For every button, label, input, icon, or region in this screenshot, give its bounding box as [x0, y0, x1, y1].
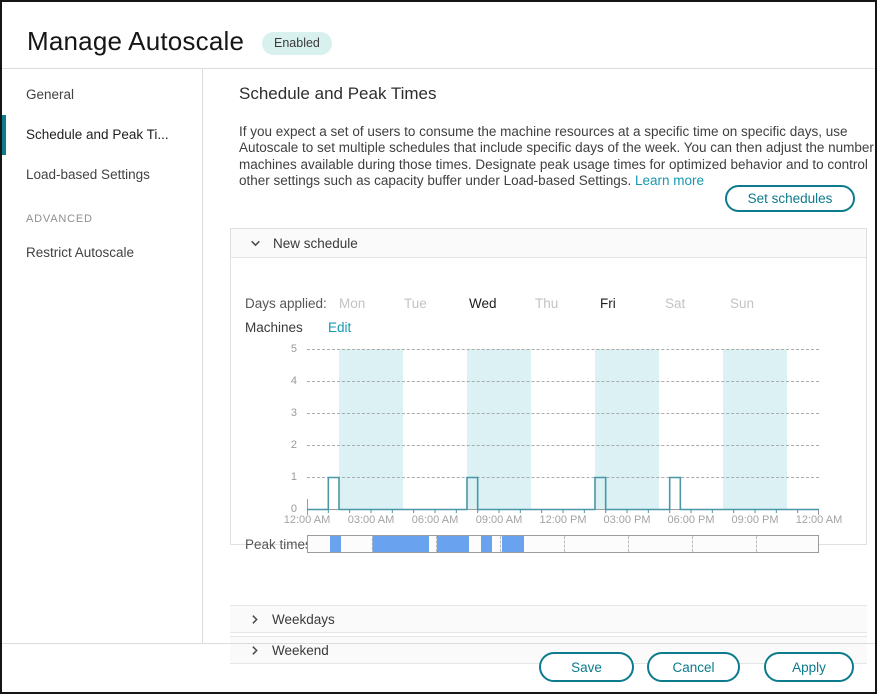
sidebar-item-restrict-autoscale[interactable]: Restrict Autoscale [26, 245, 134, 260]
description-text: If you expect a set of users to consume … [239, 124, 877, 189]
schedules-accordion: New schedule Days applied: Mon Tue Wed Thu F… [230, 228, 867, 545]
section-heading: Schedule and Peak Times [239, 84, 437, 104]
sidebar-item-general[interactable]: General [26, 87, 74, 102]
day-thu: Thu [535, 296, 558, 311]
x-tick-label-5: 03:00 PM [595, 514, 659, 526]
day-tue: Tue [404, 296, 427, 311]
x-tick-label-1: 03:00 AM [339, 514, 403, 526]
header-divider [2, 68, 877, 69]
page-title: Manage Autoscale [27, 26, 244, 57]
y-tick-label-4: 4 [271, 375, 297, 387]
peak-segment-4 [481, 536, 493, 552]
day-fri: Fri [600, 296, 616, 311]
save-button[interactable]: Save [539, 652, 634, 682]
day-wed: Wed [469, 296, 497, 311]
sidebar-item-schedule-and-peak-times[interactable]: Schedule and Peak Ti... [26, 127, 169, 142]
schedule-chart-plot [307, 349, 819, 509]
peak-segment-5 [502, 536, 524, 552]
day-mon: Mon [339, 296, 365, 311]
peak-bar-separator-3h [372, 536, 373, 552]
peak-bar-separator-12h [564, 536, 565, 552]
peak-bar-separator-18h [692, 536, 693, 552]
machines-label: Machines [245, 320, 303, 335]
y-tick-label-2: 2 [271, 439, 297, 451]
learn-more-link[interactable]: Learn more [635, 173, 704, 188]
peak-segment-1 [330, 536, 341, 552]
edit-machines-link[interactable]: Edit [328, 320, 351, 335]
day-sun: Sun [730, 296, 754, 311]
chevron-down-icon [249, 237, 262, 250]
selected-item-indicator [2, 115, 6, 155]
x-tick-label-8: 12:00 AM [787, 514, 851, 526]
peak-bar-separator-21h [756, 536, 757, 552]
footer-divider [2, 643, 877, 644]
peak-segment-3 [437, 536, 469, 552]
accordion-header-weekdays[interactable]: Weekdays [230, 605, 867, 633]
new-schedule-body: Days applied: Mon Tue Wed Thu Fri Sat Sun Mach… [231, 258, 866, 544]
x-tick-label-3: 09:00 AM [467, 514, 531, 526]
peak-bar-separator-6h [436, 536, 437, 552]
chevron-right-icon [248, 613, 261, 626]
section-description: If you expect a set of users to consume … [239, 124, 877, 190]
cancel-button[interactable]: Cancel [647, 652, 740, 682]
x-tick-label-6: 06:00 PM [659, 514, 723, 526]
x-tick-label-0: 12:00 AM [275, 514, 339, 526]
enabled-status-badge: Enabled [262, 32, 332, 55]
set-schedules-button[interactable]: Set schedules [725, 185, 855, 212]
peak-segment-2 [372, 536, 429, 552]
y-tick-label-3: 3 [271, 407, 297, 419]
sidebar-divider [202, 69, 203, 643]
days-applied-label: Days applied: [245, 296, 327, 311]
x-tick-label-7: 09:00 PM [723, 514, 787, 526]
x-tick-label-2: 06:00 AM [403, 514, 467, 526]
accordion-title: Weekend [272, 643, 329, 658]
apply-button[interactable]: Apply [764, 652, 854, 682]
peak-bar-separator-15h [628, 536, 629, 552]
machines-step-line [307, 349, 819, 519]
y-tick-label-5: 5 [271, 343, 297, 355]
sidebar-item-load-based-settings[interactable]: Load-based Settings [26, 167, 150, 182]
y-tick-label-1: 1 [271, 471, 297, 483]
peak-bar-separator-9h [500, 536, 501, 552]
peak-times-bar [307, 535, 819, 553]
accordion-title: Weekdays [272, 612, 335, 627]
manage-autoscale-dialog: Manage Autoscale Enabled General Schedul… [0, 0, 877, 694]
accordion-header-new-schedule[interactable]: New schedule [231, 229, 866, 258]
sidebar-section-advanced: ADVANCED [26, 213, 93, 225]
accordion-title: New schedule [273, 236, 358, 251]
chevron-right-icon [248, 644, 261, 657]
x-tick-label-4: 12:00 PM [531, 514, 595, 526]
day-sat: Sat [665, 296, 685, 311]
peak-times-label: Peak times [245, 537, 312, 552]
